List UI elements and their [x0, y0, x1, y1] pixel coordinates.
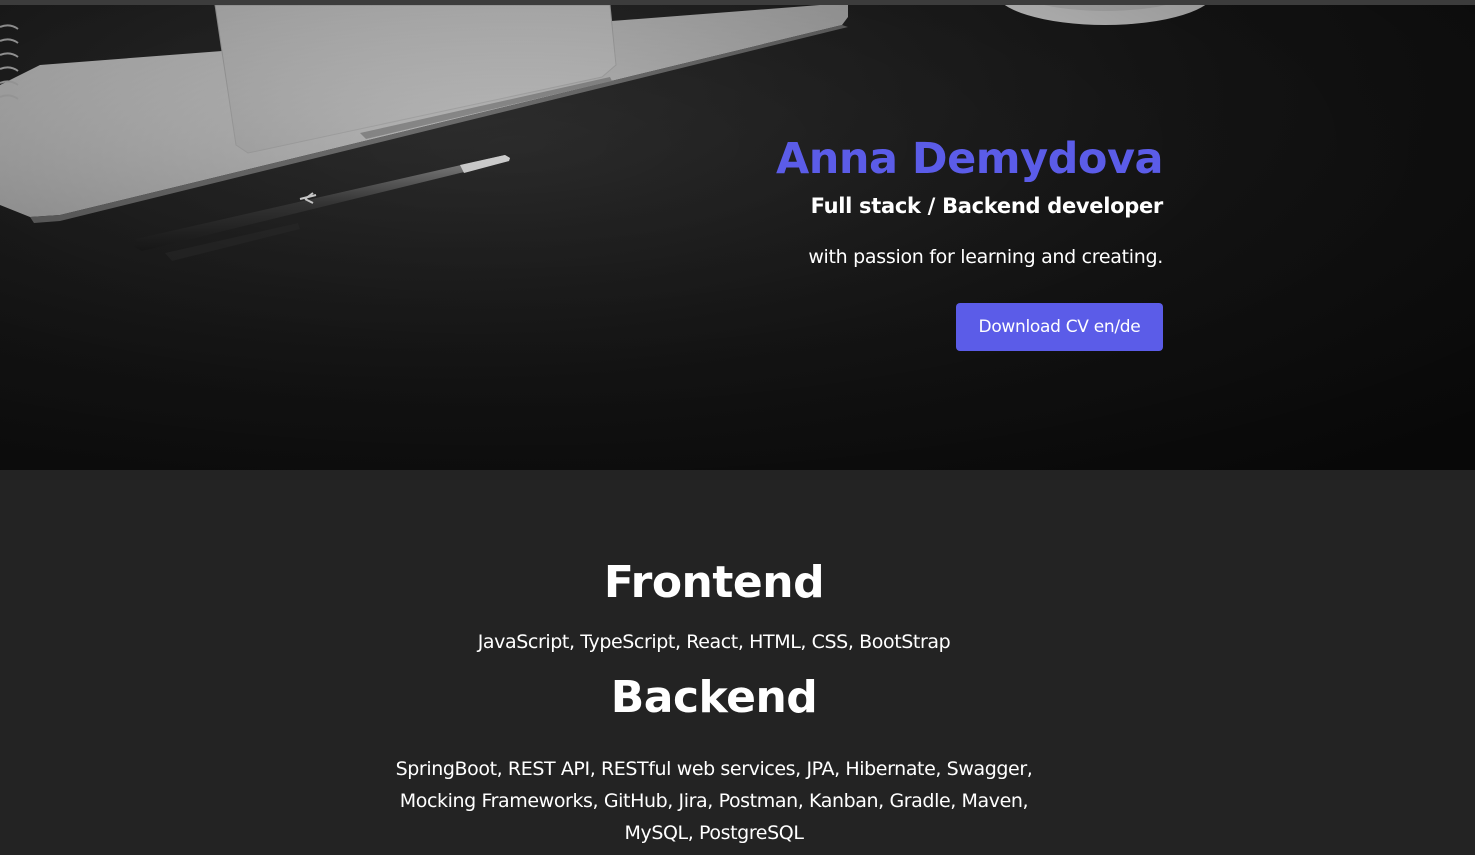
hero-name: Anna Demydova: [775, 134, 1164, 184]
skills-section: Frontend JavaScript, TypeScript, React, …: [0, 470, 1475, 855]
hero-section: Anna Demydova Full stack / Backend devel…: [0, 5, 1475, 470]
hero-tagline: with passion for learning and creating.: [808, 246, 1163, 268]
backend-title: Backend: [610, 672, 818, 723]
frontend-skill-block: Frontend JavaScript, TypeScript, React, …: [0, 557, 1428, 658]
hero-background-image: [0, 5, 1475, 470]
backend-skill-block: Backend SpringBoot, REST API, RESTful we…: [0, 672, 1428, 849]
hero-text-block: Anna Demydova Full stack / Backend devel…: [775, 133, 1164, 351]
hero-role: Full stack / Backend developer: [810, 194, 1164, 218]
download-cv-button[interactable]: Download CV en/de: [956, 303, 1163, 351]
frontend-skill-list: JavaScript, TypeScript, React, HTML, CSS…: [477, 631, 951, 653]
frontend-title: Frontend: [603, 557, 825, 608]
backend-skill-list: SpringBoot, REST API, RESTful web servic…: [395, 758, 1033, 844]
